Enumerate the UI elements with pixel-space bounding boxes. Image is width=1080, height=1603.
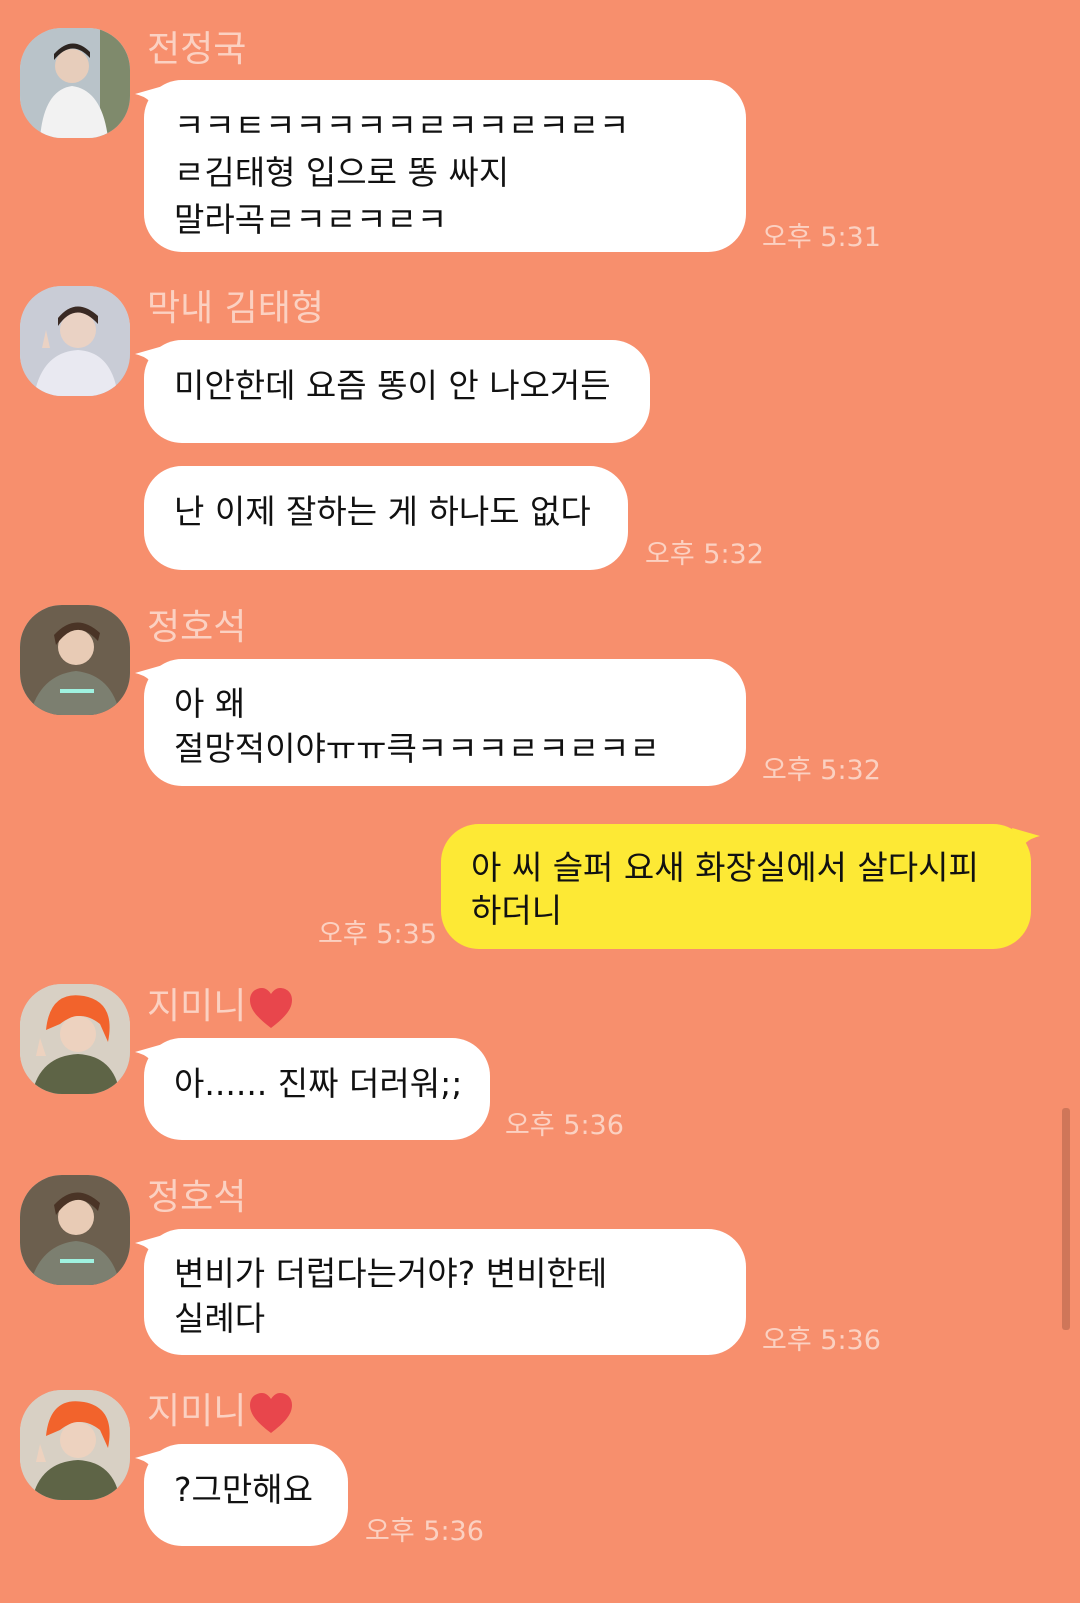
profile-photo-icon [20,28,130,138]
message-bubble[interactable]: 아 왜 절망적이야ㅠㅠ큭ㅋㅋㅋㄹㅋㄹㅋㄹ [135,659,746,786]
message-line: 아...... 진짜 더러워;; [174,1064,463,1103]
message-time: 오후 5:36 [365,1516,484,1547]
sender-name: 지미니 [147,1390,294,1435]
message-bubble[interactable]: 아...... 진짜 더러워;; [135,1038,490,1140]
profile-photo-icon [20,286,130,396]
message-line: ?그만해요 [174,1470,313,1509]
bubble-tail-icon [135,346,163,374]
message-line: 변비가 더럽다는거야? 변비한테 [174,1254,608,1293]
message-line: ㅋㅋㅌㅋㅋㅋㅋㅋㄹㅋㅋㄹㅋㄹㅋ [174,106,630,145]
chat-room[interactable]: 전정국 ㅋㅋㅌㅋㅋㅋㅋㅋㄹㅋㅋㄹㅋㄹㅋ ㄹ김태형 입으로 똥 싸지 말라곡ㄹㅋㄹ… [0,0,1080,1603]
bubble-tail-icon [135,1450,163,1478]
message-time: 오후 5:32 [645,539,764,570]
message-line: ㄹ김태형 입으로 똥 싸지 [174,153,510,192]
my-message-bubble[interactable]: 아 씨 슬퍼 요새 화장실에서 살다시피 하더니 [441,824,1040,949]
message-line: 실례다 [174,1299,266,1338]
bubble-tail-icon [135,86,163,114]
bubble-tail-icon [135,1044,163,1072]
profile-photo-icon [20,605,130,715]
avatar-hoseok[interactable] [20,1175,130,1285]
message-line: 아 왜 [174,684,246,723]
avatar-hoseok[interactable] [20,605,130,715]
message-time: 오후 5:36 [762,1325,881,1356]
bubble-tail-icon [135,665,163,693]
message-line: 난 이제 잘하는 게 하나도 없다 [174,492,591,531]
sender-name: 막내 김태형 [147,288,325,329]
message-time: 오후 5:36 [505,1110,624,1141]
message-line: 아 씨 슬퍼 요새 화장실에서 살다시피 [471,848,979,887]
message-line: 미안한데 요즘 똥이 안 나오거든 [174,366,611,405]
message-line: 하더니 [471,891,563,930]
message-time: 오후 5:35 [318,919,437,950]
heart-emoji-icon [250,988,293,1028]
message-time: 오후 5:31 [762,222,881,253]
message-bubble[interactable]: 미안한데 요즘 똥이 안 나오거든 [135,340,650,443]
bubble-tail-icon [135,1235,163,1263]
message-bubble[interactable]: ?그만해요 [135,1444,348,1546]
profile-photo-icon [20,984,130,1094]
sender-name: 전정국 [147,29,247,70]
sender-name: 지미니 [147,985,294,1030]
sender-name: 정호석 [147,607,247,648]
avatar-jungkook[interactable] [20,28,130,138]
profile-photo-icon [20,1175,130,1285]
scrollbar[interactable] [1062,1108,1070,1330]
message-bubble[interactable]: 변비가 더럽다는거야? 변비한테 실례다 [135,1229,746,1355]
bubble-tail-icon [1012,828,1040,856]
profile-photo-icon [20,1390,130,1500]
heart-emoji-icon [250,1393,293,1433]
avatar-jimin[interactable] [20,984,130,1094]
avatar-jimin[interactable] [20,1390,130,1500]
message-line: 말라곡ㄹㅋㄹㅋㄹㅋ [174,200,448,239]
avatar-taehyung[interactable] [20,286,130,396]
sender-name: 정호석 [147,1177,247,1218]
message-bubble[interactable]: ㅋㅋㅌㅋㅋㅋㅋㅋㄹㅋㅋㄹㅋㄹㅋ ㄹ김태형 입으로 똥 싸지 말라곡ㄹㅋㄹㅋㄹㅋ [135,80,746,252]
message-bubble[interactable]: 난 이제 잘하는 게 하나도 없다 [144,466,628,570]
message-line: 절망적이야ㅠㅠ큭ㅋㅋㅋㄹㅋㄹㅋㄹ [174,729,660,768]
message-time: 오후 5:32 [762,755,881,786]
